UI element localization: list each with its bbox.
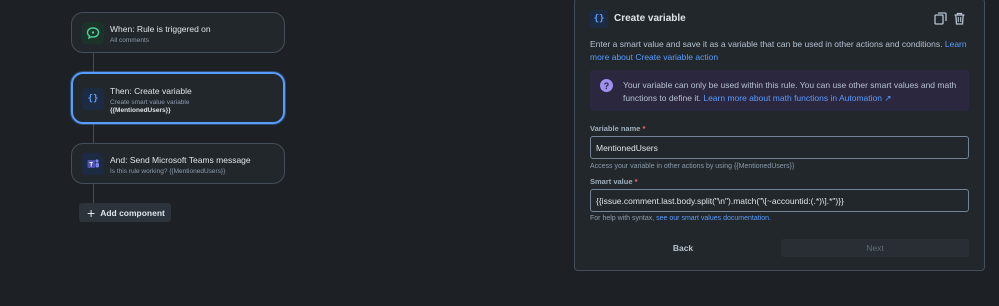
info-banner: ? Your variable can only be used within … [590,70,969,111]
flow-connector [93,53,94,73]
flow-connector [93,123,94,143]
add-component-label: Add component [100,207,165,218]
variable-name-label: Variable name * [590,124,645,133]
svg-text:T: T [89,162,93,168]
variable-name-label-text: Variable name [590,124,641,133]
create-variable-subtitle: Create smart value variable [110,99,190,106]
create-variable-subtitle-value: {{MentionedUsers}} [110,107,171,114]
teams-message-title: And: Send Microsoft Teams message [110,155,251,165]
smart-value-help-text: For help with syntax, [590,215,655,222]
smart-value-help: For help with syntax, see our smart valu… [590,215,771,222]
teams-icon: T [82,153,104,175]
question-icon: ? [600,79,613,92]
back-button[interactable]: Back [590,239,776,257]
teams-message-card[interactable]: T And: Send Microsoft Teams message Is t… [71,143,285,184]
next-button[interactable]: Next [781,239,969,257]
panel-description-text: Enter a smart value and save it as a var… [590,39,943,49]
create-variable-card[interactable]: {} Then: Create variable Create smart va… [71,72,285,124]
add-component-button[interactable]: + Add component [79,203,171,222]
info-banner-text: Your variable can only be used within th… [623,79,958,104]
comment-icon [82,22,104,44]
curly-braces-icon: {} [82,88,104,110]
trigger-card[interactable]: When: Rule is triggered on All comments [71,12,285,53]
panel-title: Create variable [614,13,686,24]
smart-value-input[interactable]: {{issue.comment.last.body.split("\n").ma… [590,189,969,212]
create-variable-title: Then: Create variable [110,86,192,96]
smart-values-docs-link[interactable]: see our smart values documentation. [656,215,771,222]
panel-description: Enter a smart value and save it as a var… [590,38,970,64]
duplicate-icon[interactable] [933,11,947,25]
plus-icon: + [87,204,96,221]
smart-value-label-text: Smart value [590,177,633,186]
required-mark: * [642,124,646,133]
trigger-title: When: Rule is triggered on [110,24,211,34]
smart-value-label: Smart value * [590,177,638,186]
variable-name-help: Access your variable in other actions by… [590,163,795,170]
math-functions-link[interactable]: Learn more about math functions in Autom… [703,93,891,103]
create-variable-panel: {} Create variable Enter a smart value a… [574,0,985,271]
variable-name-input[interactable]: MentionedUsers [590,136,969,159]
curly-braces-icon: {} [590,10,608,28]
trigger-subtitle: All comments [110,37,150,44]
teams-message-subtitle: Is this rule working? {{MentionedUsers}} [110,168,226,175]
required-mark: * [634,177,638,186]
trash-icon[interactable] [952,11,966,25]
